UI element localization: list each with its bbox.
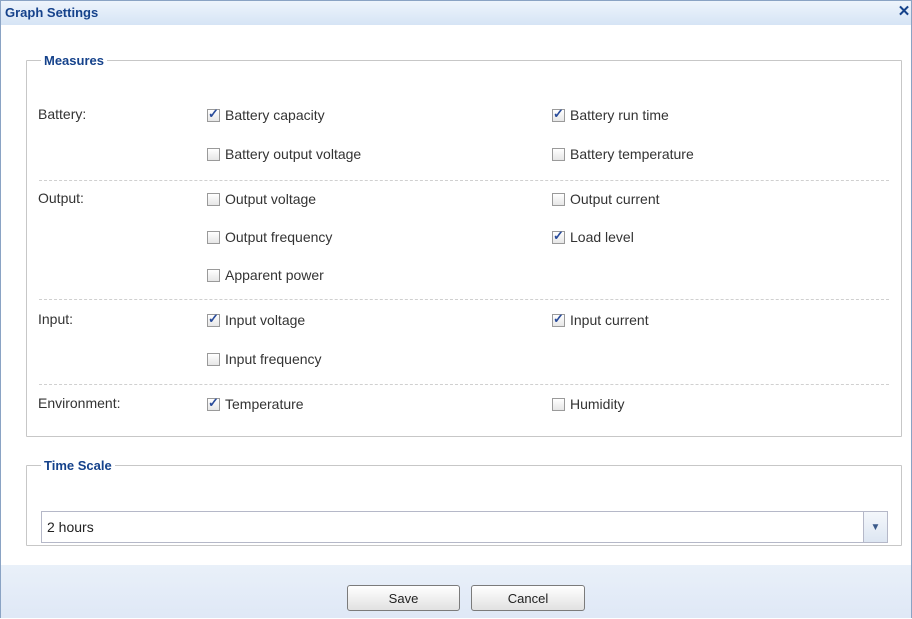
checkbox-label: Battery output voltage xyxy=(225,146,362,162)
measures-fieldset: Measures Battery: Battery capacity Batte… xyxy=(26,53,902,437)
checkbox-label: Humidity xyxy=(570,396,625,412)
checkbox-label: Input voltage xyxy=(225,312,306,328)
checkbox-box[interactable] xyxy=(552,397,565,411)
group-label-battery: Battery: xyxy=(38,106,87,122)
checkbox-label: Apparent power xyxy=(225,267,324,283)
checkbox-battery-capacity[interactable]: Battery capacity xyxy=(207,106,325,124)
time-scale-fieldset: Time Scale 2 hours ▼ xyxy=(26,458,902,546)
checkbox-output-voltage[interactable]: Output voltage xyxy=(207,190,316,208)
checkbox-temperature[interactable]: Temperature xyxy=(207,395,304,413)
checkbox-label: Load level xyxy=(570,229,634,245)
graph-settings-dialog: Graph Settings ✕ Measures Battery: Batte… xyxy=(0,0,912,618)
checkbox-label: Temperature xyxy=(225,396,304,412)
checkbox-input-current[interactable]: Input current xyxy=(552,311,649,329)
checkbox-output-current[interactable]: Output current xyxy=(552,190,660,208)
checkbox-load-level[interactable]: Load level xyxy=(552,228,634,246)
checkbox-output-frequency[interactable]: Output frequency xyxy=(207,228,332,246)
checkbox-label: Battery capacity xyxy=(225,107,325,123)
checkbox-box[interactable] xyxy=(552,192,565,206)
checkbox-box[interactable] xyxy=(552,311,565,327)
checkbox-box[interactable] xyxy=(207,311,220,327)
checkbox-box[interactable] xyxy=(207,395,220,411)
time-scale-value: 2 hours xyxy=(47,519,94,535)
measures-legend: Measures xyxy=(44,53,104,68)
group-label-input: Input: xyxy=(38,311,74,327)
group-divider xyxy=(39,180,889,181)
group-divider xyxy=(39,299,889,300)
checkbox-label: Battery temperature xyxy=(570,146,694,162)
chevron-down-icon[interactable]: ▼ xyxy=(863,512,887,542)
checkbox-humidity[interactable]: Humidity xyxy=(552,395,624,413)
dialog-title: Graph Settings xyxy=(5,5,99,20)
close-icon[interactable]: ✕ xyxy=(897,3,911,21)
checkbox-input-voltage[interactable]: Input voltage xyxy=(207,311,305,329)
checkbox-label: Input frequency xyxy=(225,351,322,367)
dialog-body: Measures Battery: Battery capacity Batte… xyxy=(1,25,911,618)
checkbox-apparent-power[interactable]: Apparent power xyxy=(207,266,324,284)
dialog-titlebar[interactable]: Graph Settings ✕ xyxy=(1,1,911,25)
cancel-button[interactable]: Cancel xyxy=(471,585,585,611)
checkbox-battery-temperature[interactable]: Battery temperature xyxy=(552,145,694,163)
checkbox-box[interactable] xyxy=(552,106,565,122)
checkbox-input-frequency[interactable]: Input frequency xyxy=(207,350,322,368)
group-label-environment: Environment: xyxy=(38,395,121,411)
time-scale-legend: Time Scale xyxy=(44,458,112,473)
checkbox-box[interactable] xyxy=(207,106,220,122)
checkbox-label: Input current xyxy=(570,312,649,328)
save-button[interactable]: Save xyxy=(347,585,460,611)
checkbox-box[interactable] xyxy=(207,147,220,161)
group-divider xyxy=(39,384,889,385)
checkbox-box[interactable] xyxy=(207,268,220,282)
group-label-output: Output: xyxy=(38,190,84,206)
checkbox-box[interactable] xyxy=(207,192,220,206)
checkbox-label: Battery run time xyxy=(570,107,669,123)
checkbox-battery-output-voltage[interactable]: Battery output voltage xyxy=(207,145,361,163)
time-scale-select[interactable]: 2 hours ▼ xyxy=(41,511,888,543)
checkbox-box[interactable] xyxy=(552,228,565,244)
checkbox-box[interactable] xyxy=(207,230,220,244)
checkbox-label: Output current xyxy=(570,191,660,207)
checkbox-label: Output frequency xyxy=(225,229,333,245)
checkbox-box[interactable] xyxy=(552,147,565,161)
checkbox-label: Output voltage xyxy=(225,191,317,207)
checkbox-battery-run-time[interactable]: Battery run time xyxy=(552,106,669,124)
checkbox-box[interactable] xyxy=(207,352,220,366)
